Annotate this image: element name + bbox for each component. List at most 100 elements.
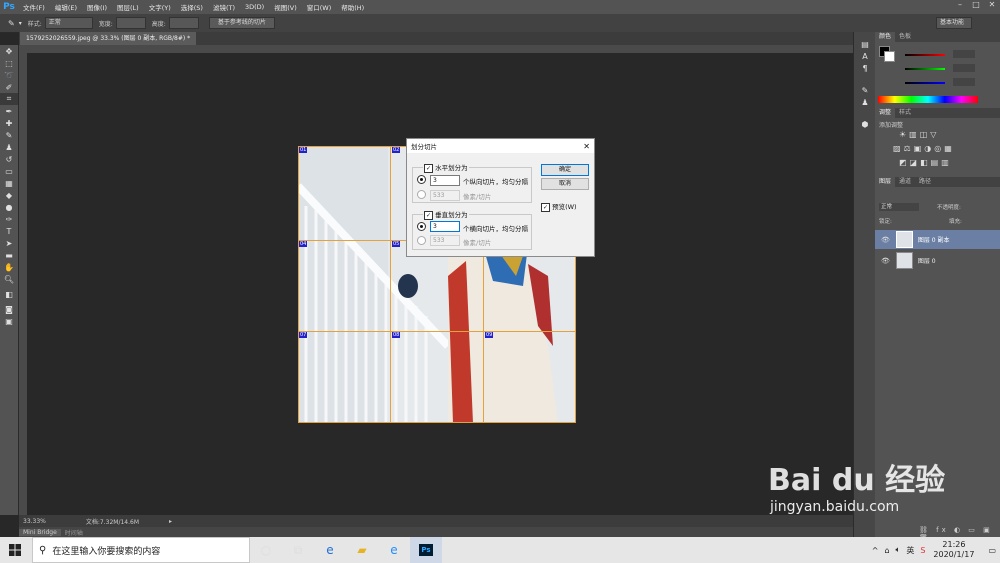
menu-layer[interactable]: 图层(L) <box>112 2 144 12</box>
tab-adjustments[interactable]: 调整 <box>875 108 896 118</box>
eye-icon[interactable]: 👁︎ <box>881 257 890 265</box>
blue-slider[interactable] <box>905 82 945 84</box>
vertical-count-input[interactable]: 3 <box>430 221 460 232</box>
document-tab[interactable]: 1579252026559.jpeg @ 33.3% (图层 0 副本, RGB… <box>20 32 197 45</box>
stamp-tool-icon[interactable]: ♟ <box>0 141 18 153</box>
menu-3d[interactable]: 3D(D) <box>240 3 269 11</box>
adjustment-icons-row2[interactable]: ▨⚖▣◑◎▦ <box>893 144 955 153</box>
menu-select[interactable]: 选择(S) <box>176 2 208 12</box>
taskbar-search-box[interactable]: ⚲ 在这里输入你要搜索的内容 <box>32 537 250 563</box>
horizontal-px-radio[interactable] <box>417 190 426 199</box>
brush-panel-icon[interactable]: ✎ <box>854 84 876 96</box>
color-spectrum[interactable] <box>878 96 978 103</box>
menu-help[interactable]: 帮助(H) <box>336 2 369 12</box>
sogou-icon[interactable]: S <box>920 546 925 555</box>
preview-checkbox-row[interactable]: ✓ 预览(W) <box>541 201 577 212</box>
gradient-tool-icon[interactable]: ▦ <box>0 177 18 189</box>
tab-paths[interactable]: 路径 <box>915 177 935 187</box>
task-view-icon[interactable]: ⧉ <box>282 537 314 563</box>
healing-tool-icon[interactable]: ✚ <box>0 117 18 129</box>
layer-row[interactable]: 👁︎ 图层 0 副本 <box>875 230 1000 249</box>
hand-tool-icon[interactable]: ✋ <box>0 261 18 273</box>
clock[interactable]: 21:26 2020/1/17 <box>933 540 974 560</box>
background-swatch[interactable] <box>884 51 895 62</box>
chevron-down-icon[interactable]: ▾ <box>19 20 22 27</box>
menu-image[interactable]: 图像(I) <box>82 2 112 12</box>
slices-from-guides-button[interactable]: 基于参考线的切片 <box>208 17 275 29</box>
tab-channels[interactable]: 通道 <box>895 177 915 187</box>
edge-icon[interactable]: e <box>314 537 346 563</box>
cancel-button[interactable]: 取消 <box>541 178 589 190</box>
layer-name[interactable]: 图层 0 副本 <box>918 235 950 244</box>
maximize-icon[interactable]: □ <box>968 0 984 9</box>
width-input[interactable] <box>115 17 146 29</box>
menu-edit[interactable]: 编辑(E) <box>50 2 82 12</box>
blur-tool-icon[interactable]: ◆ <box>0 189 18 201</box>
character-panel-icon[interactable]: A <box>854 50 876 62</box>
horizontal-count-input[interactable]: 3 <box>430 175 460 186</box>
mini-bridge-tab[interactable]: Mini Bridge <box>19 528 61 536</box>
path-select-tool-icon[interactable]: ➤ <box>0 237 18 249</box>
close-icon[interactable]: ✕ <box>984 0 1000 9</box>
blend-mode-select[interactable]: 正常 <box>879 203 919 211</box>
tab-color[interactable]: 颜色 <box>875 32 896 42</box>
horizontal-count-radio[interactable] <box>417 175 426 184</box>
ie-icon[interactable]: e <box>378 537 410 563</box>
dodge-tool-icon[interactable]: ● <box>0 201 18 213</box>
tab-swatches[interactable]: 色板 <box>895 32 915 42</box>
horizontal-checkbox[interactable]: ✓ <box>424 163 433 173</box>
ime-indicator[interactable]: 英 <box>906 545 914 556</box>
windows-start-icon[interactable] <box>0 537 30 563</box>
eye-icon[interactable]: 👁︎ <box>881 236 890 244</box>
paragraph-panel-icon[interactable]: ¶ <box>854 62 876 74</box>
horizontal-checkbox-row[interactable]: ✓ 水平划分为 <box>423 162 469 173</box>
eraser-tool-icon[interactable]: ▭ <box>0 165 18 177</box>
zoom-level[interactable]: 33.33% <box>23 518 46 525</box>
menu-file[interactable]: 文件(F) <box>18 2 50 12</box>
slice-badge[interactable]: 05 <box>392 241 401 247</box>
vertical-checkbox-row[interactable]: ✓ 垂直划分为 <box>423 209 469 220</box>
slice-badge[interactable]: 07 <box>299 332 308 338</box>
preview-checkbox[interactable]: ✓ <box>541 202 550 212</box>
red-slider[interactable] <box>905 54 945 56</box>
menu-type[interactable]: 文字(Y) <box>144 2 176 12</box>
ok-button[interactable]: 确定 <box>541 164 589 176</box>
blue-value[interactable] <box>953 78 975 86</box>
horizontal-px-input[interactable]: 533 <box>430 190 460 201</box>
chevron-up-icon[interactable]: ^ <box>872 546 879 555</box>
cortana-icon[interactable]: ○ <box>250 537 282 563</box>
green-slider[interactable] <box>905 68 945 70</box>
eyedropper-tool-icon[interactable]: ✒ <box>0 105 18 117</box>
photoshop-taskbar-icon[interactable]: Ps <box>410 537 442 563</box>
menu-window[interactable]: 窗口(W) <box>302 2 337 12</box>
zoom-tool-icon[interactable]: 🔍︎ <box>0 273 18 285</box>
red-value[interactable] <box>953 50 975 58</box>
slice-badge[interactable]: 01 <box>299 147 308 153</box>
slice-badge[interactable]: 09 <box>485 332 494 338</box>
vertical-count-radio[interactable] <box>417 222 426 231</box>
menu-view[interactable]: 视图(V) <box>269 2 302 12</box>
chevron-right-icon[interactable]: ▸ <box>169 518 172 525</box>
network-icon[interactable]: ⌂ <box>884 546 889 555</box>
screen-mode-icon[interactable]: ▣ <box>0 315 18 327</box>
menu-filter[interactable]: 滤镜(T) <box>208 2 240 12</box>
tab-layers[interactable]: 图层 <box>875 177 896 187</box>
lasso-tool-icon[interactable]: ➰ <box>0 69 18 81</box>
minimize-icon[interactable]: – <box>952 0 968 9</box>
foreground-background-icon[interactable]: ◧ <box>0 285 18 303</box>
close-icon[interactable]: ✕ <box>583 142 590 151</box>
move-tool-icon[interactable]: ✥ <box>0 45 18 57</box>
adjustment-icons-row1[interactable]: ☀▥◫▽ <box>899 130 939 139</box>
clone-panel-icon[interactable]: ♟ <box>854 96 876 108</box>
layer-row[interactable]: 👁︎ 图层 0 <box>875 251 1000 270</box>
vertical-px-radio[interactable] <box>417 236 426 245</box>
brush-tool-icon[interactable]: ✎ <box>0 129 18 141</box>
height-input[interactable] <box>168 17 199 29</box>
slice-tool-icon[interactable]: ✎ <box>8 19 15 28</box>
slice-badge[interactable]: 02 <box>392 147 401 153</box>
shape-tool-icon[interactable]: ▬ <box>0 249 18 261</box>
slice-badge[interactable]: 04 <box>299 241 308 247</box>
crop-tool-icon[interactable]: ⌗ <box>0 93 18 105</box>
vertical-checkbox[interactable]: ✓ <box>424 210 433 220</box>
adjustment-icons-row3[interactable]: ◩◪◧▤▥ <box>899 158 952 167</box>
